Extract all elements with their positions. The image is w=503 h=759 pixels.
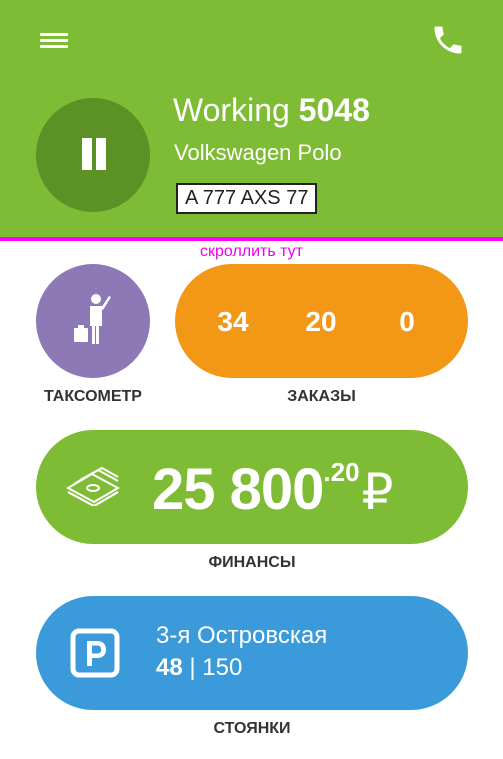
status-word: Working — [173, 92, 290, 128]
parking-button[interactable]: 3-я Островская 48 | 150 — [36, 596, 468, 710]
parking-stats: 48 | 150 — [156, 654, 242, 682]
parking-name: 3-я Островская — [156, 622, 328, 649]
license-plate: A 777 AXS 77 — [176, 183, 318, 214]
orders-button[interactable]: 34 20 0 — [175, 264, 468, 378]
taximeter-button[interactable] — [36, 264, 150, 378]
parking-count-a: 48 — [156, 654, 183, 681]
scroll-hint: скроллить тут — [200, 243, 303, 260]
orders-count-3: 0 — [399, 306, 415, 337]
parking-separator: | — [182, 654, 203, 681]
finance-amount-cents: .20 — [323, 457, 360, 487]
parking-count-b: 150 — [202, 654, 243, 681]
app-header: Working 5048 Volkswagen Polo A 777 AXS 7… — [0, 0, 503, 237]
orders-count-1: 34 — [217, 306, 249, 337]
taximeter-label: ТАКСОМЕТР — [44, 388, 142, 405]
car-model: Volkswagen Polo — [174, 140, 342, 165]
parking-label: СТОЯНКИ — [213, 720, 291, 737]
driver-number: 5048 — [298, 92, 370, 128]
orders-label: ЗАКАЗЫ — [287, 388, 356, 405]
finance-button[interactable]: 25 800.20₽ — [36, 430, 468, 544]
passenger-hailing-icon — [74, 294, 111, 344]
pause-icon — [82, 138, 92, 170]
ruble-sign: ₽ — [361, 464, 394, 520]
driver-status: Working 5048 — [173, 92, 370, 129]
hamburger-menu-icon[interactable] — [38, 26, 70, 54]
orders-count-2: 20 — [305, 306, 337, 337]
money-stack-icon — [65, 466, 121, 506]
finance-label: ФИНАНСЫ — [208, 554, 296, 571]
finance-amount: 25 800.20₽ — [152, 456, 394, 523]
pause-shift-button[interactable] — [36, 98, 150, 212]
scroll-divider — [0, 237, 503, 241]
parking-icon — [70, 628, 120, 678]
finance-amount-main: 25 800 — [152, 457, 324, 522]
phone-icon[interactable] — [430, 22, 470, 62]
